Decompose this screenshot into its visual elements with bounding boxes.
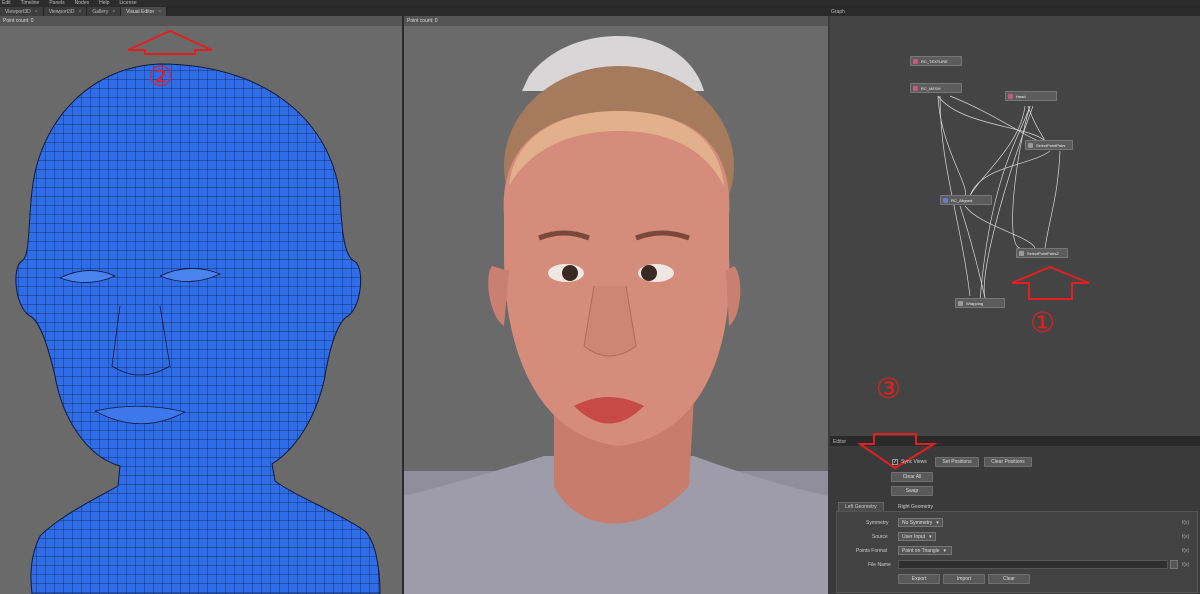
dropdown-value: User Input <box>902 533 926 540</box>
chevron-down-icon: ▾ <box>929 533 932 540</box>
annotation-2: ② <box>148 61 174 92</box>
editor-panel: Editor ✓ Sync Views Set Positions Clear … <box>830 433 1200 594</box>
clear-positions-button[interactable]: Clear Positions <box>984 457 1032 467</box>
export-button[interactable]: Export <box>898 574 940 584</box>
browse-file-button[interactable] <box>1170 560 1178 569</box>
annotation-3: ③ <box>876 373 902 404</box>
set-positions-button[interactable]: Set Positions <box>935 457 979 467</box>
fx-source-icon[interactable]: f(x) <box>1182 534 1189 540</box>
select-points-node-icon <box>1019 250 1024 256</box>
import-button[interactable]: Import <box>943 574 985 584</box>
node-rc-texture[interactable]: RC_TEXTURE <box>910 56 962 66</box>
sync-views-label: Sync Views <box>901 459 927 465</box>
chevron-down-icon: ▾ <box>936 519 939 526</box>
node-label: Head <box>1016 93 1026 99</box>
node-label: SelectPointPairs2 <box>1027 250 1059 256</box>
align-node-icon <box>943 197 948 203</box>
fx-filename-icon[interactable]: f(x) <box>1182 562 1189 568</box>
node-label: Wrapping <box>966 300 984 306</box>
node-rc-mesh[interactable]: RC_MESH <box>910 83 962 93</box>
clear-button[interactable]: Clear <box>988 574 1030 584</box>
dropdown-value: No Symmetry <box>902 519 933 526</box>
sync-views-checkbox[interactable]: ✓ <box>892 459 898 465</box>
file-name-label: File Name <box>868 562 891 568</box>
fx-symmetry-icon[interactable]: f(x) <box>1182 520 1189 526</box>
symmetry-dropdown[interactable]: No Symmetry ▾ <box>898 518 943 527</box>
node-head[interactable]: Head <box>1005 91 1057 101</box>
head-node-icon <box>1008 93 1013 99</box>
arrow-up-annotation <box>1011 265 1090 300</box>
tab-right-geometry[interactable]: Right Geometry <box>892 502 939 511</box>
mesh-node-icon <box>913 85 918 91</box>
dropdown-value: Point on Triangle <box>902 547 940 554</box>
points-format-dropdown[interactable]: Point on Triangle ▾ <box>898 546 952 555</box>
node-select-point-pairs-2[interactable]: SelectPointPairs2 <box>1016 248 1068 258</box>
texture-node-icon <box>913 58 918 64</box>
tab-visual-editor[interactable]: Visual Editor × <box>121 7 168 16</box>
node-rc-aligned[interactable]: RC_Aligned <box>940 195 992 205</box>
wireframe-head-image <box>15 63 381 594</box>
tab-label: Viewport3D <box>48 8 75 15</box>
node-label: RC_MESH <box>921 85 941 91</box>
tab-viewport3d-1[interactable]: Viewport3D × <box>0 7 44 16</box>
clear-all-button[interactable]: Clear All <box>891 472 933 482</box>
left-viewport[interactable]: Point count: 0 ② <box>0 16 402 594</box>
tab-left-geometry[interactable]: Left Geometry <box>838 502 884 511</box>
annotation-1: ① <box>1030 307 1056 338</box>
tab-label: Viewport3D <box>5 8 31 15</box>
graph-panel-title: Graph <box>828 6 1200 16</box>
close-icon[interactable]: × <box>78 9 81 15</box>
arrow-down-annotation <box>858 433 938 470</box>
tab-gallery[interactable]: Gallery × <box>87 7 122 16</box>
close-icon[interactable]: × <box>35 9 38 15</box>
select-points-node-icon <box>1028 142 1033 148</box>
close-icon[interactable]: × <box>112 9 115 15</box>
right-viewport[interactable]: Point count: 0 <box>404 16 828 594</box>
app-window: Edit Timeline Panels Nodes Help License … <box>0 0 1200 594</box>
tab-label: Visual Editor <box>126 8 155 15</box>
fx-format-icon[interactable]: f(x) <box>1182 548 1189 554</box>
tab-label: Gallery <box>92 8 109 15</box>
node-wrapping[interactable]: Wrapping <box>955 298 1005 308</box>
source-dropdown[interactable]: User Input ▾ <box>898 532 936 541</box>
wrap-node-icon <box>958 300 963 306</box>
symmetry-label: Symmetry <box>866 520 889 526</box>
node-graph[interactable]: RC_TEXTURE RC_MESH Head SelectPointPairs… <box>830 16 1200 436</box>
scanned-face-image <box>404 36 828 594</box>
node-label: RC_Aligned <box>951 197 973 203</box>
source-label: Source <box>872 534 888 540</box>
points-format-label: Points Format <box>856 548 888 554</box>
close-icon[interactable]: × <box>158 9 161 15</box>
node-label: SelectPointPairs <box>1036 142 1066 148</box>
tab-viewport3d-2[interactable]: Viewport3D × <box>43 7 88 16</box>
swap-button[interactable]: Swap <box>891 486 933 496</box>
file-name-field[interactable] <box>898 560 1168 569</box>
chevron-down-icon: ▾ <box>943 547 947 554</box>
node-label: RC_TEXTURE <box>921 58 948 64</box>
tab-bar: Viewport3D × Viewport3D × Gallery × Visual … <box>0 6 828 16</box>
node-select-point-pairs[interactable]: SelectPointPairs <box>1025 140 1073 150</box>
